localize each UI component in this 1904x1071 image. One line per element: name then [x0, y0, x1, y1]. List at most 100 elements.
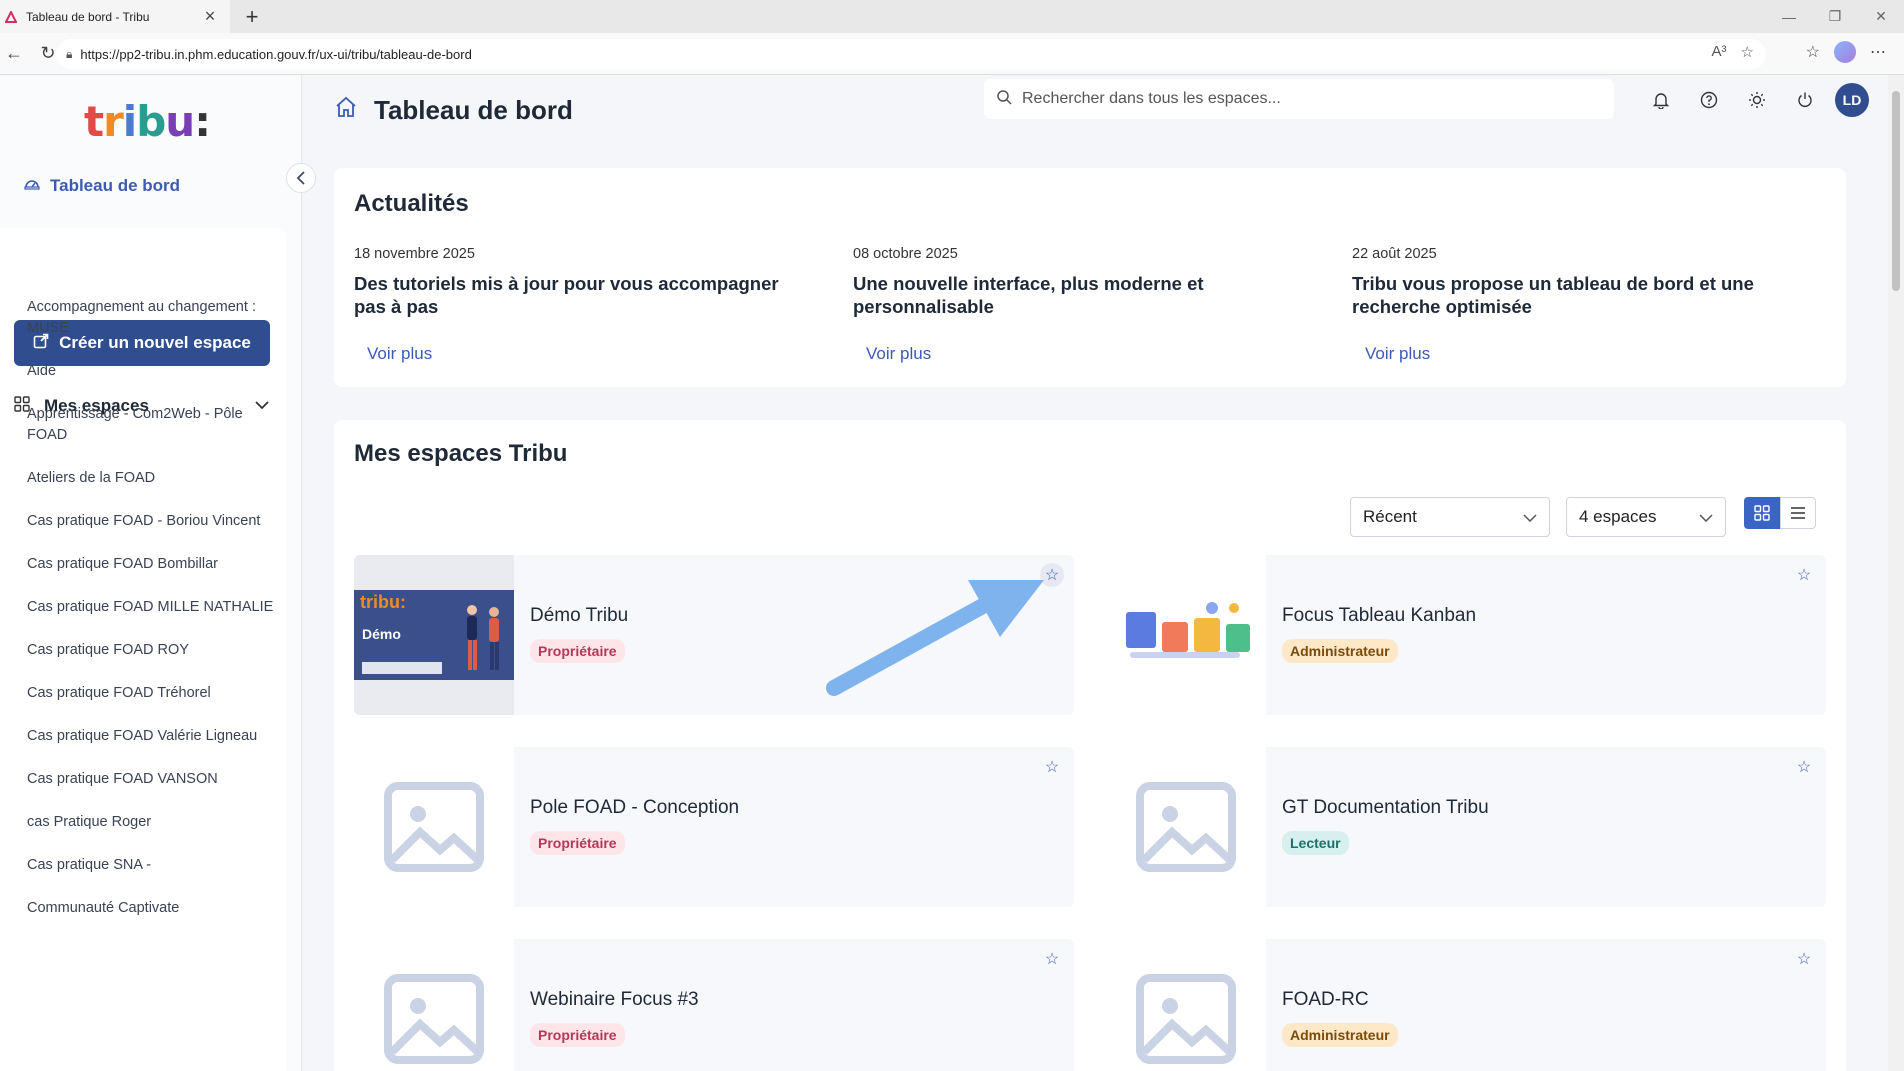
browser-tab[interactable]: Tableau de bord - Tribu ×: [0, 0, 230, 33]
news-date: 08 octobre 2025: [853, 246, 958, 262]
close-tab-icon[interactable]: ×: [200, 6, 220, 27]
window-controls: — ❐ ✕: [1766, 0, 1904, 33]
news-read-more-link[interactable]: Voir plus: [866, 344, 931, 364]
news-card: Actualités 18 novembre 2025 Des tutoriel…: [334, 168, 1846, 387]
space-thumbnail: [354, 747, 514, 907]
sort-select[interactable]: Récent: [1350, 497, 1550, 537]
dashboard-gauge-icon: [24, 175, 40, 196]
sidebar-space-item[interactable]: Cas pratique FOAD Valérie Ligneau: [27, 726, 277, 747]
user-avatar[interactable]: LD: [1835, 83, 1869, 117]
page: tribu: Tableau de bord Créer un nouvel e…: [0, 75, 1904, 1071]
list-view-button[interactable]: [1780, 497, 1816, 529]
sidebar-space-item[interactable]: Accompagnement au changement : MUSE: [27, 297, 277, 339]
favorites-icon[interactable]: ☆: [1806, 42, 1820, 62]
image-placeholder-icon: [384, 782, 484, 872]
sidebar-space-item[interactable]: Apprentissage - Com2Web - Pôle FOAD: [27, 404, 277, 446]
favorite-star-icon[interactable]: ☆: [1741, 43, 1754, 61]
chevron-down-icon: [1699, 509, 1713, 525]
favorite-star-icon[interactable]: ☆: [1792, 755, 1816, 779]
news-headline: Des tutoriels mis à jour pour vous accom…: [354, 273, 779, 317]
search-placeholder: Rechercher dans tous les espaces...: [1022, 90, 1281, 107]
sidebar-space-item[interactable]: Cas pratique FOAD Tréhorel: [27, 683, 277, 704]
page-header: Tableau de bord: [334, 95, 573, 126]
sidebar-space-item[interactable]: Cas pratique SNA -: [27, 855, 277, 876]
tribu-favicon-icon: [4, 10, 18, 24]
tribu-logo[interactable]: tribu:: [84, 97, 211, 146]
back-icon[interactable]: ←: [2, 43, 26, 64]
site-info-icon[interactable]: 🔒︎: [66, 47, 72, 62]
thumb-text: Démo: [362, 626, 401, 642]
sidebar-space-item[interactable]: Cas pratique FOAD VANSON: [27, 769, 277, 790]
sidebar-space-item[interactable]: Aide: [27, 361, 277, 382]
sidebar: tribu: Tableau de bord Créer un nouvel e…: [0, 75, 302, 1071]
header-actions: LD: [1643, 82, 1869, 118]
logout-power-icon[interactable]: [1787, 82, 1823, 118]
grid-view-button[interactable]: [1744, 497, 1780, 529]
image-placeholder-icon: [384, 974, 484, 1064]
favorite-star-icon[interactable]: ☆: [1040, 563, 1064, 587]
favorite-star-icon[interactable]: ☆: [1040, 947, 1064, 971]
space-tile[interactable]: tribu: Démo Démo Tribu Propriétaire ☆: [354, 555, 1074, 715]
home-icon: [334, 95, 358, 126]
notifications-bell-icon[interactable]: [1643, 82, 1679, 118]
space-thumbnail: [354, 939, 514, 1071]
news-read-more-link[interactable]: Voir plus: [1365, 344, 1430, 364]
theme-sun-icon[interactable]: [1739, 82, 1775, 118]
space-tile[interactable]: Webinaire Focus #3 Propriétaire ☆: [354, 939, 1074, 1071]
space-name[interactable]: Démo Tribu: [530, 605, 628, 627]
page-title: Tableau de bord: [374, 95, 573, 125]
collapse-sidebar-button[interactable]: [286, 163, 316, 193]
sidebar-dashboard-label: Tableau de bord: [50, 175, 181, 195]
sidebar-item-dashboard[interactable]: Tableau de bord: [24, 175, 180, 196]
url-bar[interactable]: 🔒︎ https://pp2-tribu.in.phm.education.go…: [56, 39, 1766, 69]
kanban-illustration-icon: [1126, 602, 1250, 658]
view-toggle: [1744, 497, 1816, 529]
help-icon[interactable]: [1691, 82, 1727, 118]
more-menu-icon[interactable]: ⋯: [1870, 42, 1886, 62]
favorite-star-icon[interactable]: ☆: [1792, 563, 1816, 587]
space-name[interactable]: Webinaire Focus #3: [530, 989, 699, 1011]
sidebar-space-item[interactable]: Cas pratique FOAD Bombillar: [27, 554, 277, 575]
count-select[interactable]: 4 espaces: [1566, 497, 1726, 537]
scrollbar-thumb[interactable]: [1892, 91, 1900, 291]
space-name[interactable]: Focus Tableau Kanban: [1282, 605, 1476, 627]
main-content: Tableau de bord Rechercher dans tous les…: [334, 75, 1884, 1071]
address-bar-row: ← ↻ 🔒︎ https://pp2-tribu.in.phm.educatio…: [0, 33, 1904, 75]
people-illustration-icon: [467, 605, 499, 670]
space-name[interactable]: FOAD-RC: [1282, 989, 1369, 1011]
search-icon: [996, 89, 1012, 110]
favorite-star-icon[interactable]: ☆: [1792, 947, 1816, 971]
space-tile[interactable]: Pole FOAD - Conception Propriétaire ☆: [354, 747, 1074, 907]
read-aloud-icon[interactable]: A³: [1712, 43, 1727, 61]
news-read-more-link[interactable]: Voir plus: [367, 344, 432, 364]
search-input[interactable]: Rechercher dans tous les espaces...: [984, 79, 1614, 119]
restore-icon[interactable]: ❐: [1812, 0, 1858, 33]
news-item: 18 novembre 2025 Des tutoriels mis à jou…: [354, 246, 814, 363]
role-badge: Lecteur: [1282, 831, 1349, 855]
news-headline: Tribu vous propose un tableau de bord et…: [1352, 273, 1754, 317]
space-name[interactable]: GT Documentation Tribu: [1282, 797, 1489, 819]
sidebar-space-item[interactable]: Cas pratique FOAD MILLE NATHALIE: [27, 597, 277, 618]
space-tile[interactable]: GT Documentation Tribu Lecteur ☆: [1106, 747, 1826, 907]
space-thumbnail: tribu: Démo: [354, 555, 514, 715]
sidebar-space-item[interactable]: cas Pratique Roger: [27, 812, 277, 833]
new-tab-icon[interactable]: +: [240, 4, 264, 30]
space-tile[interactable]: Focus Tableau Kanban Administrateur ☆: [1106, 555, 1826, 715]
space-tile[interactable]: FOAD-RC Administrateur ☆: [1106, 939, 1826, 1071]
minimize-icon[interactable]: —: [1766, 0, 1812, 33]
sidebar-space-item[interactable]: Ateliers de la FOAD: [27, 468, 277, 489]
favorite-star-icon[interactable]: ☆: [1040, 755, 1064, 779]
news-date: 22 août 2025: [1352, 246, 1437, 262]
close-window-icon[interactable]: ✕: [1858, 0, 1904, 33]
space-name[interactable]: Pole FOAD - Conception: [530, 797, 739, 819]
sort-select-value: Récent: [1363, 507, 1417, 526]
news-headline: Une nouvelle interface, plus moderne et …: [853, 273, 1204, 317]
sidebar-space-item[interactable]: Cas pratique FOAD - Boriou Vincent: [27, 511, 277, 532]
sidebar-space-item[interactable]: Communauté Captivate: [27, 898, 277, 919]
news-title: Actualités: [354, 190, 469, 217]
page-scrollbar[interactable]: [1888, 75, 1904, 1071]
profile-avatar[interactable]: [1834, 41, 1856, 63]
sidebar-space-item[interactable]: Cas pratique FOAD ROY: [27, 640, 277, 661]
tab-title: Tableau de bord - Tribu: [26, 9, 150, 24]
role-badge: Propriétaire: [530, 639, 625, 663]
